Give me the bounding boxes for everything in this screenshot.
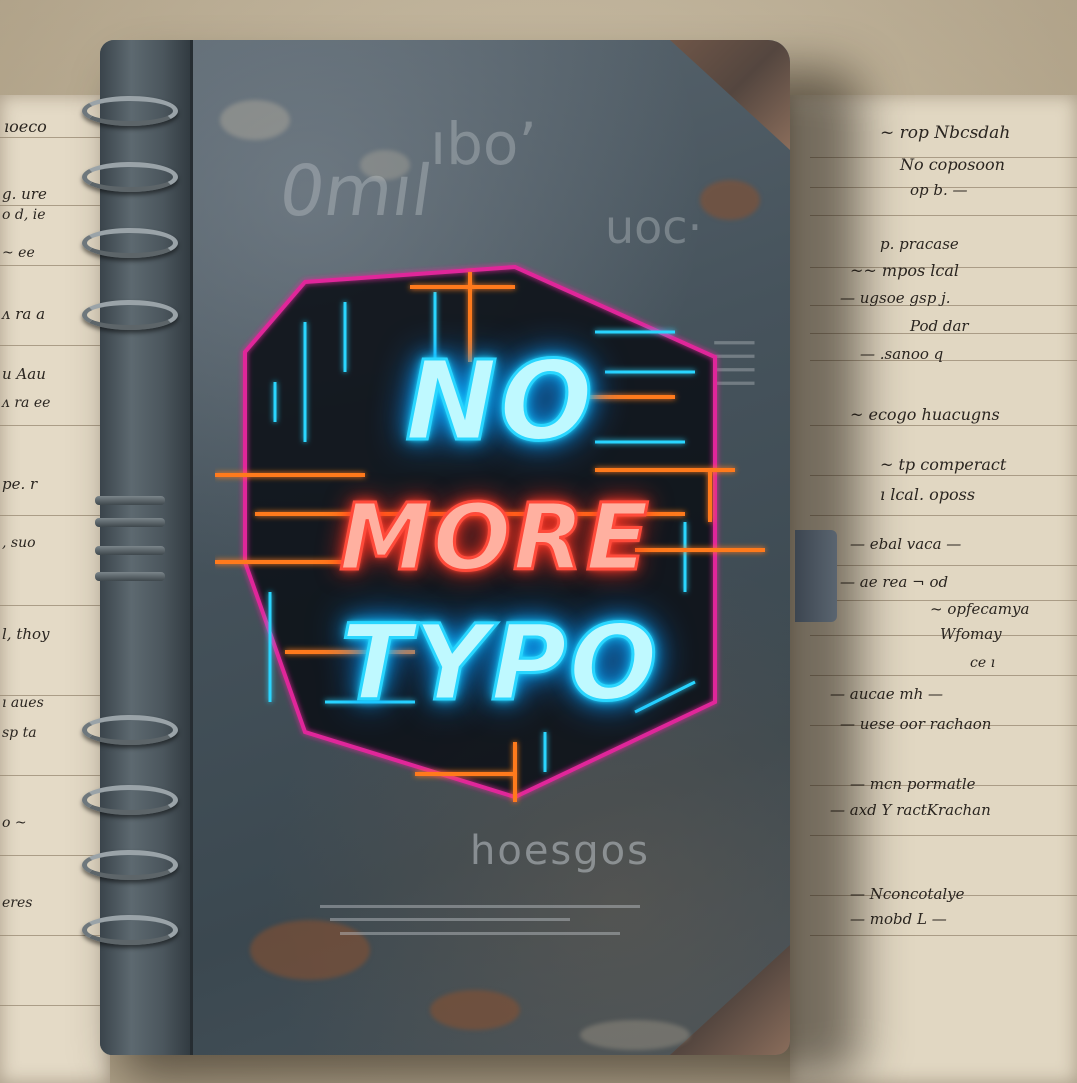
binder-ring — [82, 228, 178, 258]
binder-ring — [82, 785, 178, 815]
faded-cover-line — [330, 918, 570, 921]
faded-cover-line — [320, 905, 640, 908]
binder-ring — [82, 96, 178, 126]
scene: ıoeсо g. ure o d, ie ~ ee ᴧ ra a u Aau ᴧ… — [0, 0, 1077, 1083]
faded-cover-line — [340, 932, 620, 935]
bookmark-tab — [795, 530, 837, 622]
corner-protector-top-right — [670, 40, 790, 150]
binder-ring — [82, 715, 178, 745]
binder-ring — [82, 850, 178, 880]
spine-band — [95, 518, 165, 527]
faded-cover-stamp: hoesgos — [470, 828, 650, 874]
neon-word-typo: TYPO — [339, 602, 660, 724]
binder-ring — [82, 162, 178, 192]
spine-band — [95, 496, 165, 505]
spine-band — [95, 546, 165, 555]
binder-ring — [82, 300, 178, 330]
neon-word-more: MORE — [338, 484, 651, 591]
neon-sign: NO MORE TYPO — [215, 262, 770, 807]
spine-band — [95, 572, 165, 581]
binder-ring — [82, 915, 178, 945]
neon-word-no: NO — [404, 337, 595, 465]
